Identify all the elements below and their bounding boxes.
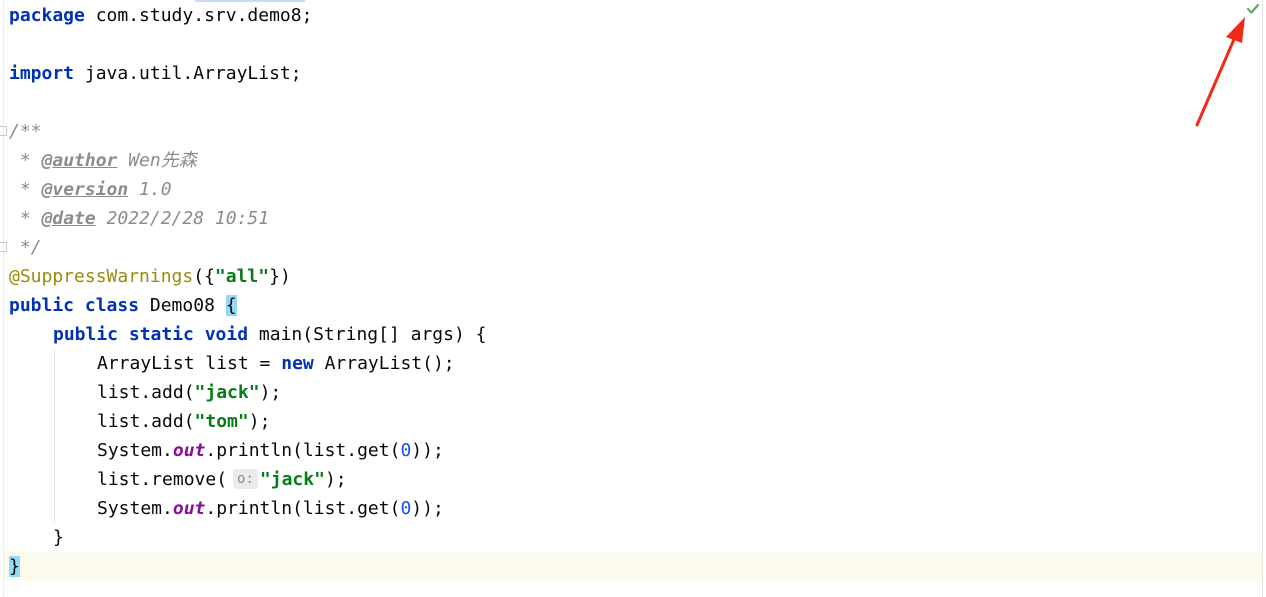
indent-guide (54, 349, 55, 523)
code-line-13[interactable]: ArrayList list = new ArrayList(); (97, 349, 455, 378)
code-text: }) (269, 266, 291, 287)
number-literal: 0 (400, 498, 412, 519)
code-text: System. (97, 498, 173, 519)
checkmark-icon[interactable] (1246, 2, 1260, 16)
code-text: System. (97, 440, 173, 461)
number-literal: 0 (400, 440, 412, 461)
code-text: ArrayList(); (313, 353, 455, 374)
code-line-20[interactable]: } (9, 552, 20, 581)
scrollbar-track[interactable] (1262, 0, 1263, 597)
code-line-15[interactable]: list.add("tom"); (97, 407, 270, 436)
matched-brace: { (225, 295, 237, 316)
keyword: public static void (53, 324, 249, 345)
comment-text: 2022/2/28 10:51 (95, 208, 270, 229)
code-line-1[interactable]: package com.study.srv.demo8; (9, 1, 312, 30)
static-field: out (172, 498, 206, 519)
javadoc-tag: @version (41, 179, 129, 200)
code-text: ); (324, 469, 347, 490)
code-text: java.util.ArrayList; (74, 63, 302, 84)
comment-text: /** (9, 121, 42, 142)
code-line-9[interactable]: */ (9, 233, 42, 262)
fold-marker-comment-end[interactable] (0, 242, 7, 252)
code-text: )); (411, 440, 444, 461)
code-line-3[interactable]: import java.util.ArrayList; (9, 59, 302, 88)
code-text: list.add( (97, 411, 195, 432)
string-literal: "all" (214, 266, 270, 287)
code-line-10[interactable]: @SuppressWarnings({"all"}) (9, 262, 291, 291)
comment-text: * (9, 179, 42, 200)
comment-text: */ (9, 237, 42, 258)
code-line-5[interactable]: /** (9, 117, 42, 146)
code-text: ); (259, 382, 282, 403)
code-line-17[interactable]: list.remove(o: "jack"); (97, 465, 347, 494)
code-text: )); (411, 498, 444, 519)
code-text: list.remove( (97, 469, 228, 490)
code-text: ); (248, 411, 271, 432)
javadoc-tag: @author (41, 150, 118, 171)
comment-text: Wen先森 (117, 150, 197, 171)
gutter-divider (3, 0, 4, 597)
annotation: @SuppressWarnings (9, 266, 194, 287)
code-line-11[interactable]: public class Demo08 { (9, 291, 237, 320)
static-field: out (172, 440, 206, 461)
keyword: package (9, 5, 85, 26)
parameter-hint: o: (233, 469, 258, 489)
code-text: main(String[] args) { (248, 324, 487, 345)
code-text: list.add( (97, 382, 195, 403)
code-text: .println(list.get( (205, 440, 401, 461)
code-text: ({ (193, 266, 215, 287)
current-line-highlight (4, 552, 1262, 581)
red-arrow-icon (1195, 17, 1245, 127)
comment-text: * (9, 208, 42, 229)
javadoc-tag: @date (41, 208, 96, 229)
code-text: com.study.srv.demo8; (84, 5, 313, 26)
fold-marker-comment-start[interactable] (0, 126, 7, 136)
code-line-12[interactable]: public static void main(String[] args) { (53, 320, 487, 349)
code-line-7[interactable]: * @version 1.0 (9, 175, 172, 204)
code-line-18[interactable]: System.out.println(list.get(0)); (97, 494, 444, 523)
code-line-14[interactable]: list.add("jack"); (97, 378, 281, 407)
comment-text: 1.0 (128, 179, 172, 200)
code-editor[interactable]: package com.study.srv.demo8; import java… (0, 0, 1266, 597)
string-literal: "tom" (194, 411, 249, 432)
keyword: public class (9, 295, 140, 316)
matched-brace: } (9, 556, 20, 577)
code-line-6[interactable]: * @author Wen先森 (9, 146, 197, 175)
keyword: new (281, 353, 314, 374)
code-line-8[interactable]: * @date 2022/2/28 10:51 (9, 204, 269, 233)
class-name: Demo08 (139, 295, 226, 316)
code-line-16[interactable]: System.out.println(list.get(0)); (97, 436, 444, 465)
string-literal: "jack" (259, 469, 325, 490)
keyword: import (9, 63, 75, 84)
code-text: .println(list.get( (205, 498, 401, 519)
code-text: } (53, 527, 64, 548)
string-literal: "jack" (194, 382, 260, 403)
code-text: ArrayList list = (97, 353, 282, 374)
code-line-19[interactable]: } (53, 523, 64, 552)
comment-text: * (9, 150, 42, 171)
